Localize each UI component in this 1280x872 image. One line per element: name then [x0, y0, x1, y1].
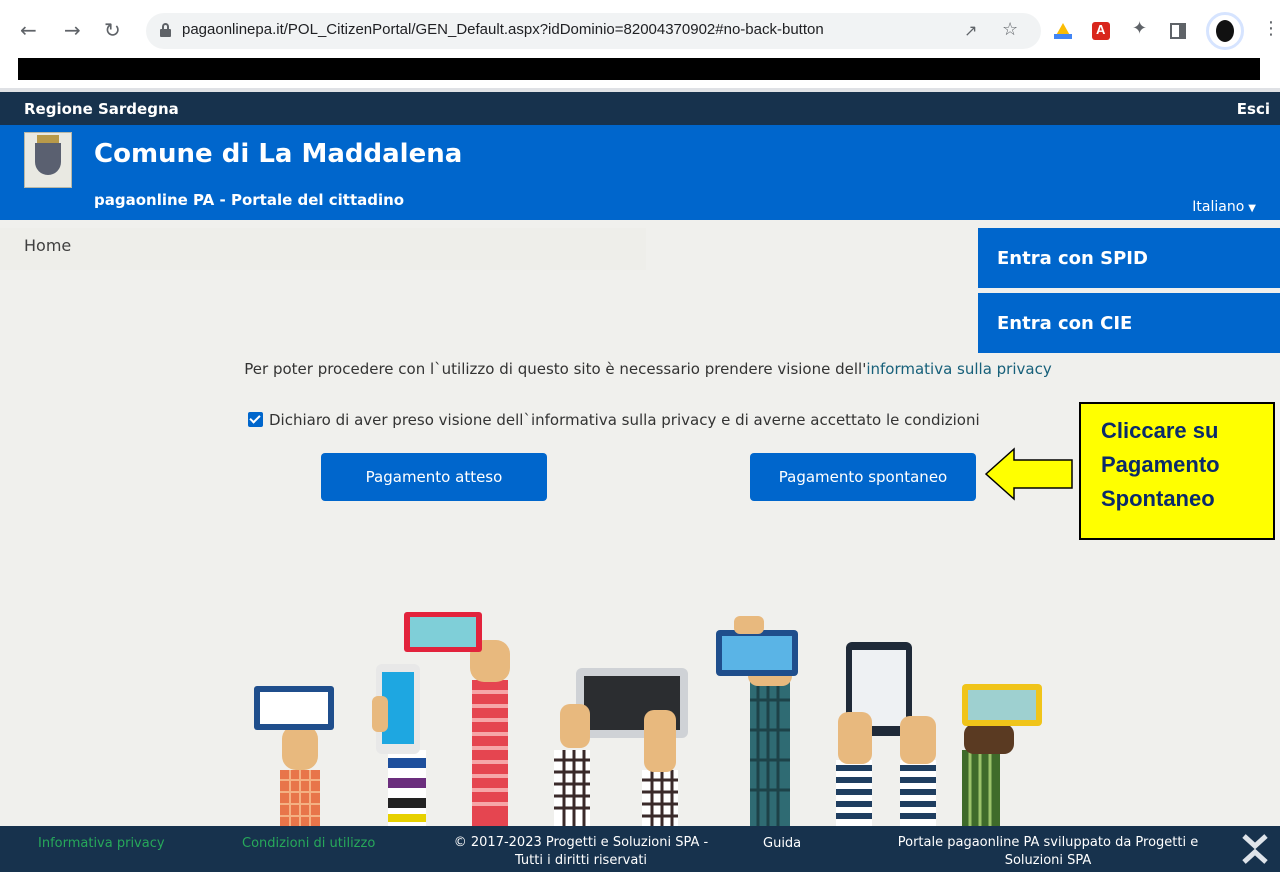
- reload-icon[interactable]: ↻: [104, 20, 121, 40]
- region-bar: Regione Sardegna Esci: [0, 92, 1280, 125]
- municipality-crest-icon: [24, 132, 72, 188]
- acrobat-icon[interactable]: [1092, 22, 1110, 40]
- url-text[interactable]: pagaonlinepa.it/POL_CitizenPortal/GEN_De…: [182, 21, 824, 38]
- copyright-line-1: © 2017-2023 Progetti e Soluzioni SPA -: [453, 835, 709, 850]
- callout-line-1: Cliccare su: [1101, 418, 1219, 443]
- privacy-consent[interactable]: Dichiaro di aver preso visione dell`info…: [248, 411, 980, 429]
- callout-line-3: Spontaneo: [1101, 486, 1215, 511]
- portal-subtitle: pagaonline PA - Portale del cittadino: [94, 191, 405, 209]
- breadcrumb: Home: [0, 228, 646, 270]
- menu-kebab-icon[interactable]: ⋮: [1262, 18, 1280, 39]
- language-label: Italiano: [1192, 199, 1245, 215]
- footer-guide-link[interactable]: Guida: [763, 836, 801, 851]
- footer-privacy-link[interactable]: Informativa privacy: [38, 836, 165, 851]
- back-to-top-icon[interactable]: [1240, 832, 1270, 866]
- footer-terms-link[interactable]: Condizioni di utilizzo: [242, 836, 375, 851]
- copyright-line-2: Tutti i diritti riservati: [514, 853, 648, 868]
- address-bar[interactable]: pagaonlinepa.it/POL_CitizenPortal/GEN_De…: [146, 13, 1041, 49]
- region-name: Regione Sardegna: [24, 100, 179, 118]
- hands-with-devices-illustration: [254, 612, 1042, 826]
- footer-copyright: © 2017-2023 Progetti e Soluzioni SPA - T…: [436, 834, 726, 870]
- browser-toolbar: ← → ↻ pagaonlinepa.it/POL_CitizenPortal/…: [0, 0, 1280, 92]
- privacy-notice-text: Per poter procedere con l`utilizzo di qu…: [244, 360, 867, 378]
- spontaneous-payment-button[interactable]: Pagamento spontaneo: [750, 453, 976, 501]
- site-footer: Informativa privacy Condizioni di utiliz…: [0, 826, 1280, 872]
- consent-checkbox[interactable]: [248, 412, 263, 427]
- breadcrumb-home[interactable]: Home: [24, 236, 71, 255]
- extensions-icon[interactable]: ✦: [1132, 18, 1150, 39]
- page-title: Comune di La Maddalena: [94, 139, 463, 169]
- logout-link[interactable]: Esci: [1237, 100, 1270, 118]
- bookmark-star-icon[interactable]: ☆: [1002, 19, 1018, 40]
- consent-label[interactable]: Dichiaro di aver preso visione dell`info…: [269, 411, 980, 429]
- instruction-callout: Cliccare su Pagamento Spontaneo: [1079, 402, 1275, 540]
- bookmarks-bar: [18, 58, 1260, 80]
- spid-login-button[interactable]: Entra con SPID: [978, 228, 1280, 288]
- callout-line-2: Pagamento: [1101, 452, 1220, 477]
- privacy-notice: Per poter procedere con l`utilizzo di qu…: [0, 360, 1280, 378]
- language-selector[interactable]: Italiano ▼: [1192, 199, 1256, 215]
- profile-avatar[interactable]: [1206, 12, 1244, 50]
- privacy-policy-link[interactable]: informativa sulla privacy: [866, 360, 1051, 378]
- arrow-left-icon: [984, 447, 1073, 501]
- share-icon[interactable]: ↗: [964, 21, 977, 40]
- expected-payment-button[interactable]: Pagamento atteso: [321, 453, 547, 501]
- developer-line-2: Soluzioni SPA: [1004, 853, 1092, 868]
- side-panel-icon[interactable]: [1170, 23, 1186, 39]
- cie-login-button[interactable]: Entra con CIE: [978, 293, 1280, 353]
- chevron-down-icon: ▼: [1248, 203, 1256, 214]
- forward-icon[interactable]: →: [64, 20, 81, 40]
- footer-developer-credit: Portale pagaonline PA sviluppato da Prog…: [878, 834, 1218, 870]
- site-header: Comune di La Maddalena pagaonline PA - P…: [0, 125, 1280, 220]
- back-icon[interactable]: ←: [20, 20, 37, 40]
- developer-line-1: Portale pagaonline PA sviluppato da Prog…: [897, 835, 1199, 850]
- google-drive-icon[interactable]: [1054, 22, 1072, 40]
- lock-icon[interactable]: [160, 23, 171, 37]
